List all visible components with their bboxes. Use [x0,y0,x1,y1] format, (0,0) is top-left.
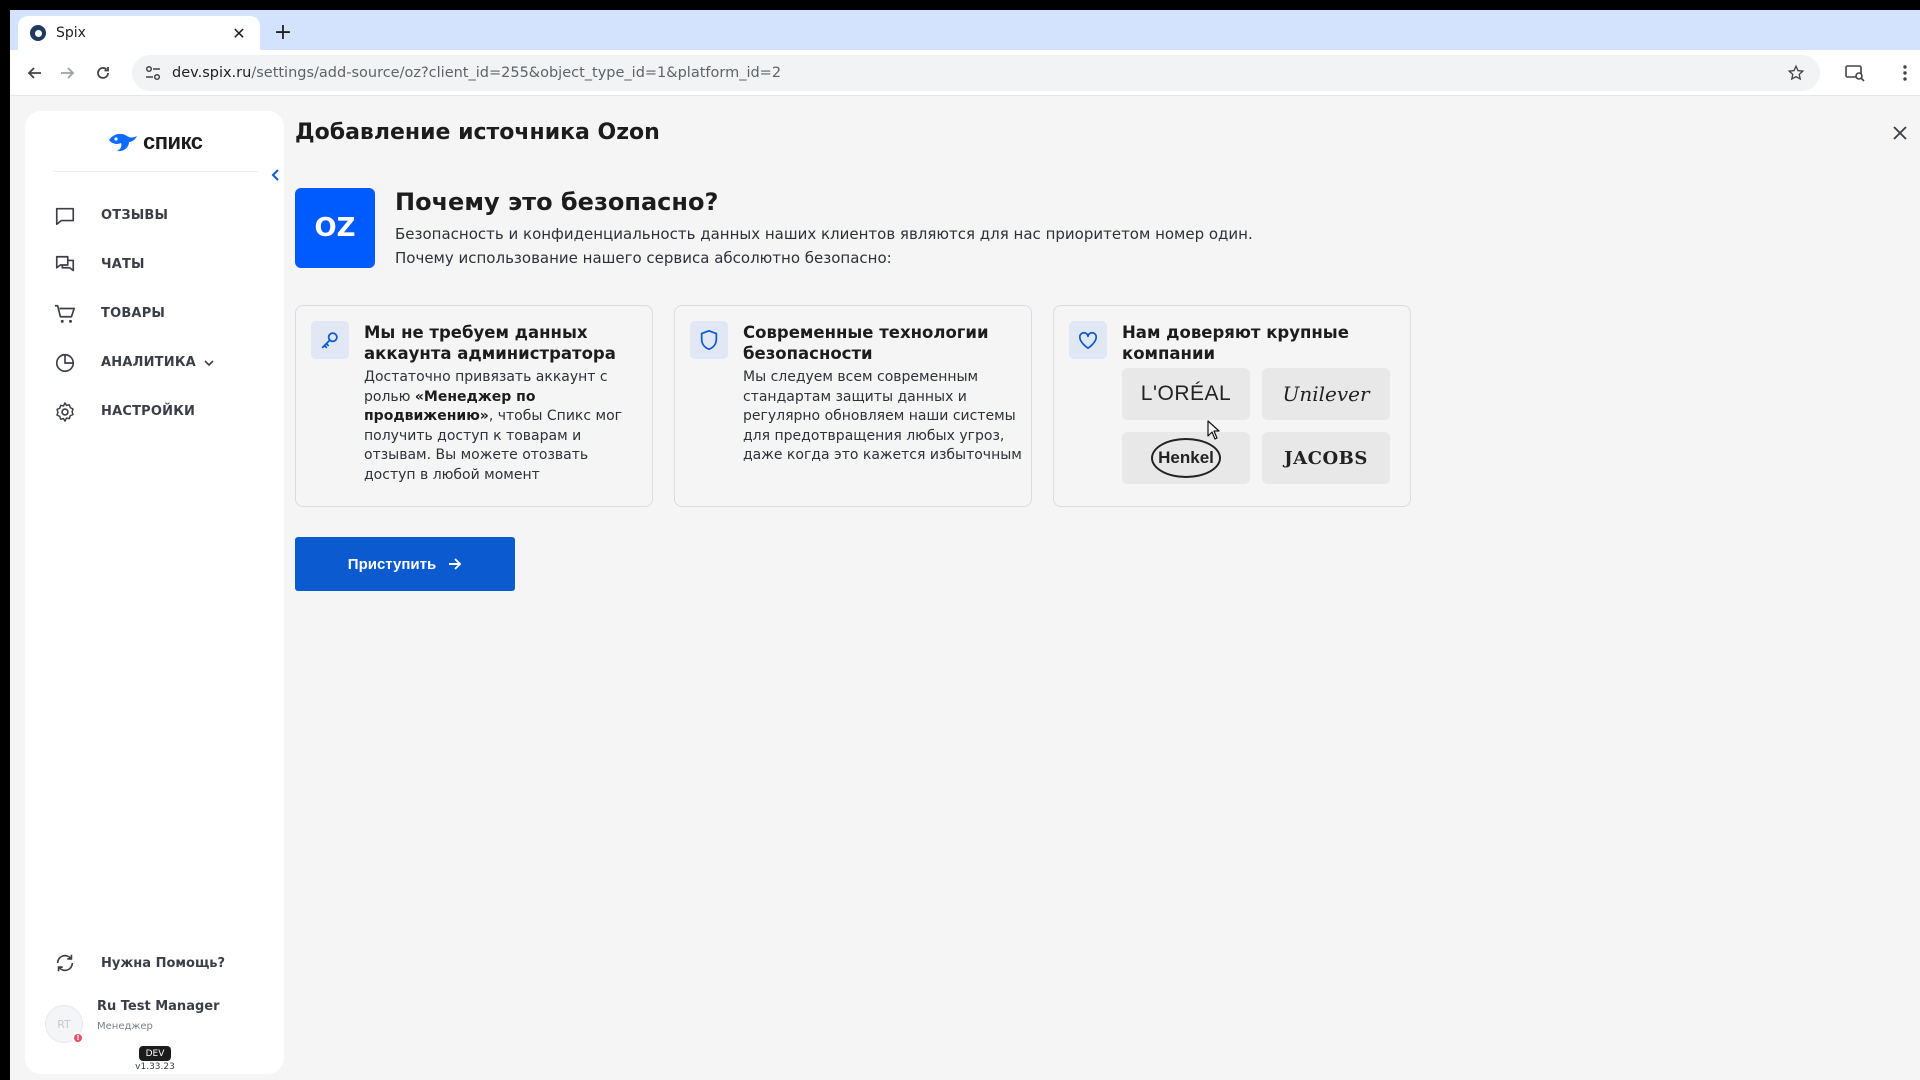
user-name: Ru Test Manager [97,999,220,1014]
back-icon[interactable] [22,60,48,86]
sidebar-item-products[interactable]: ТОВАРЫ [25,289,284,338]
forward-icon[interactable] [54,60,80,86]
address-bar[interactable]: dev.spix.ru/settings/add-source/oz?clien… [132,55,1820,91]
app-version: v1.33.23 [135,1062,175,1072]
pie-chart-icon [53,351,77,375]
page-title: Добавление источника Ozon [295,120,660,145]
brand-logos: L'ORÉAL Unilever Henkel JACOBS [1122,368,1392,488]
card-title: Современные технологии безопасности [743,323,989,363]
ozon-logo-tile: OZ [295,188,375,268]
chevron-down-icon [204,359,214,367]
card-body: Мы следуем всем современным стандартам з… [743,369,1022,463]
favicon-icon [30,25,46,41]
shield-icon [690,321,728,359]
feature-card-trusted-by: Нам доверяют крупные компании L'ORÉAL Un… [1053,305,1411,507]
help-label: Нужна Помощь? [101,955,226,971]
start-button-label: Приступить [347,555,437,573]
bird-logo-icon [109,133,137,152]
sidebar-item-label: ОТЗЫВЫ [101,208,169,223]
brand-logo-henkel: Henkel [1122,432,1250,484]
help-refresh-icon [53,951,77,975]
section-title: Почему это безопасно? [395,188,719,216]
user-role: Менеджер [97,1021,153,1032]
sidebar: спикс ОТЗЫВЫ ЧАТЫ ТОВАРЫ АНАЛИТИКА НАСТР… [25,111,284,1074]
reload-icon[interactable] [90,60,116,86]
close-button[interactable] [1889,122,1911,144]
sidebar-item-reviews[interactable]: ОТЗЫВЫ [25,191,284,240]
tab-title: Spix [56,25,86,41]
sidebar-item-chats[interactable]: ЧАТЫ [25,240,284,289]
site-info-icon[interactable] [144,64,162,82]
feature-card-no-admin: Мы не требуем данных аккаунта администра… [295,305,653,507]
sidebar-item-label: АНАЛИТИКА [101,355,196,370]
sidebar-item-label: ЧАТЫ [101,257,145,272]
brand-logo-unilever: Unilever [1262,368,1390,420]
gear-icon [53,400,77,424]
close-icon [1893,126,1907,140]
chats-icon [53,253,77,277]
feature-card-security-tech: Современные технологии безопасности Мы с… [674,305,1032,507]
chevron-left-icon [271,169,279,181]
card-title: Мы не требуем данных аккаунта администра… [364,323,616,363]
key-icon [311,321,349,359]
browser-toolbar: dev.spix.ru/settings/add-source/oz?clien… [10,50,1920,96]
card-body: Достаточно привязать аккаунт с ролью «Ме… [364,368,644,485]
sidebar-item-settings[interactable]: НАСТРОЙКИ [25,387,284,436]
logo-text: спикс [143,129,203,154]
more-menu-icon[interactable] [1892,60,1918,86]
lens-icon[interactable] [1842,60,1868,86]
bookmark-star-icon[interactable] [1782,64,1810,82]
sidebar-item-label: НАСТРОЙКИ [101,404,196,419]
browser-tab[interactable]: Spix ✕ [18,16,260,50]
url-text: dev.spix.ru/settings/add-source/oz?clien… [172,65,1782,81]
env-badge: DEV [139,1046,171,1061]
description-line: Почему использование нашего сервиса абсо… [395,249,892,267]
cart-icon [53,302,77,326]
divider [53,171,258,172]
main-content: Добавление источника Ozon OZ Почему это … [295,96,1920,1080]
close-tab-icon[interactable]: ✕ [230,24,248,43]
brand-logo-loreal: L'ORÉAL [1122,368,1250,420]
mouse-cursor-icon [1207,420,1220,440]
new-tab-button[interactable]: + [268,18,298,48]
section-description: Безопасность и конфиденциальность данных… [395,222,1253,270]
url-host: dev.spix.ru [172,65,252,81]
sidebar-item-analytics[interactable]: АНАЛИТИКА [25,338,284,387]
help-link[interactable]: Нужна Помощь? [53,951,225,975]
description-line: Безопасность и конфиденциальность данных… [395,225,1253,243]
sidebar-item-label: ТОВАРЫ [101,306,166,321]
collapse-sidebar-button[interactable] [268,167,284,183]
url-path: /settings/add-source/oz?client_id=255&ob… [251,65,782,81]
heart-icon [1069,321,1107,359]
sidebar-nav: ОТЗЫВЫ ЧАТЫ ТОВАРЫ АНАЛИТИКА НАСТРОЙКИ [25,191,284,436]
arrow-right-icon [449,558,462,570]
brand-logo-jacobs: JACOBS [1262,432,1390,484]
logo[interactable]: спикс [107,129,203,155]
message-square-icon [53,204,77,228]
alert-badge-icon: ! [72,1032,84,1044]
ozon-tile-label: OZ [314,213,356,243]
start-button[interactable]: Приступить [295,537,515,591]
app-viewport: спикс ОТЗЫВЫ ЧАТЫ ТОВАРЫ АНАЛИТИКА НАСТР… [10,96,1920,1080]
card-title: Нам доверяют крупные компании [1122,323,1349,363]
browser-tab-bar: Spix ✕ + [10,10,1920,50]
henkel-oval: Henkel [1151,438,1221,478]
